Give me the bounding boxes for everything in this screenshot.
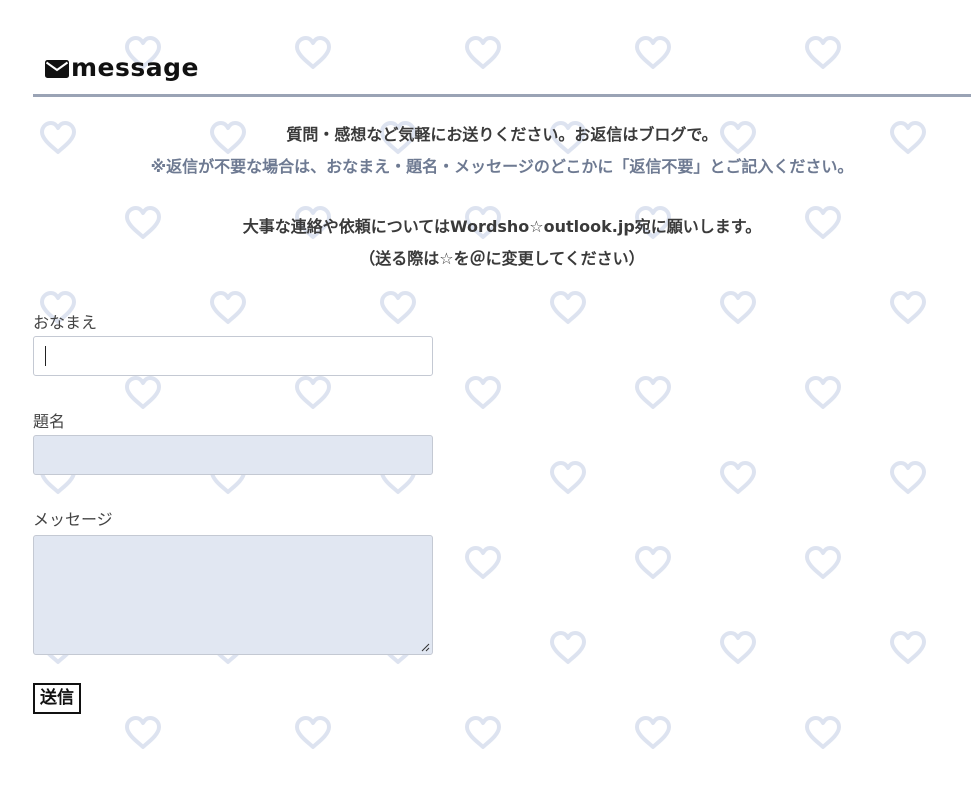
message-label: メッセージ <box>33 510 113 529</box>
page-title: message <box>71 53 199 82</box>
submit-button[interactable]: 送信 <box>33 683 81 714</box>
email-replace-note: （送る際は☆を＠に変更してください） <box>359 249 645 268</box>
name-label: おなまえ <box>33 313 98 332</box>
envelope-icon <box>45 60 69 78</box>
name-input[interactable] <box>33 336 433 376</box>
resize-grip-icon[interactable] <box>421 643 430 652</box>
subject-input[interactable] <box>33 435 433 475</box>
no-reply-note: ※返信が不要な場合は、おなまえ・題名・メッセージのどこかに「返信不要」とご記入く… <box>150 157 854 176</box>
message-textarea[interactable] <box>33 535 433 655</box>
contact-page: message 質問・感想など気軽にお送りください。お返信はブログで。 ※返信が… <box>0 0 971 799</box>
subject-label: 題名 <box>33 412 66 431</box>
text-caret <box>45 346 46 366</box>
contact-email-note: 大事な連絡や依頼についてはWordsho☆outlook.jp宛に願いします。 <box>242 217 762 236</box>
section-header: message <box>33 50 971 97</box>
intro-text: 質問・感想など気軽にお送りください。お返信はブログで。 <box>286 125 718 144</box>
